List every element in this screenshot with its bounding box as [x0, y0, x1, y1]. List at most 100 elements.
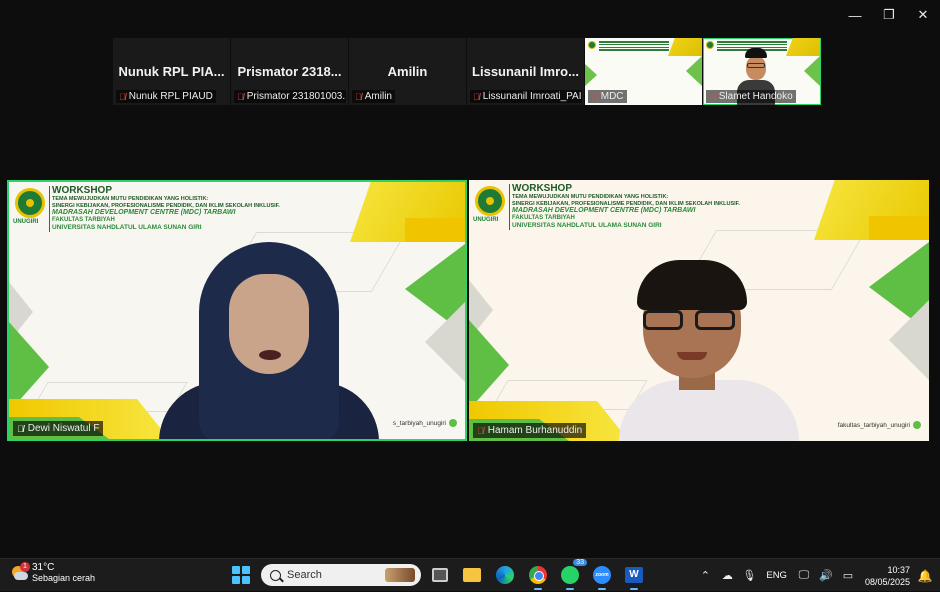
- social-handle: fakultas_tarbiyah_unugiri: [838, 421, 921, 429]
- banner-decoration: [786, 38, 820, 56]
- logo-label: UNUGIRI: [13, 219, 38, 225]
- onedrive-icon[interactable]: ☁: [716, 569, 738, 582]
- participant-name-tag: 🎙̸ Dewi Niswatul F: [13, 421, 103, 436]
- edge-icon: [496, 566, 514, 584]
- search-highlight-icon: [385, 568, 415, 582]
- weather-condition: Sebagian cerah: [32, 573, 95, 584]
- banner-decoration: [405, 218, 465, 242]
- search-icon: [270, 570, 281, 581]
- date: 08/05/2025: [865, 576, 910, 588]
- notification-badge: 1: [20, 562, 30, 572]
- participant-name-tag: 🎙̸Nunuk RPL PIAUD: [116, 90, 216, 103]
- battery-icon[interactable]: ▭: [837, 569, 859, 582]
- participant-name: Hamam Burhanuddin: [488, 425, 583, 436]
- task-view-icon: [432, 568, 448, 582]
- participant-display-name: Amilin: [349, 64, 466, 79]
- search-box[interactable]: Search: [261, 564, 421, 586]
- participant-name-tag: 🎙̸Prismator 231801003.: [234, 90, 346, 103]
- system-tray: ⌃ ☁ 🎙 ENG 🖵 🔊 ▭ 10:37 08/05/2025 🔔: [694, 559, 940, 592]
- unugiri-logo-icon: [475, 186, 505, 216]
- participant-strip: Nunuk RPL PIA... 🎙̸Nunuk RPL PIAUD Prism…: [113, 38, 823, 105]
- participant-display-name: Prismator 2318...: [231, 64, 348, 79]
- temperature: 31°C: [32, 562, 95, 573]
- chrome-button[interactable]: [527, 564, 549, 586]
- start-button[interactable]: [232, 566, 250, 584]
- mic-muted-icon: 🎙̸: [591, 92, 598, 102]
- workshop-banner: WORKSHOP TEMA MEWUJUDKAN MUTU PENDIDIKAN…: [509, 184, 740, 230]
- participant-name-tag: 🎙̸ Hamam Burhanuddin: [473, 423, 586, 438]
- banner-logo-icon: [588, 41, 596, 49]
- workshop-university: UNIVERSITAS NAHDLATUL ULAMA SUNAN GIRI: [512, 222, 740, 230]
- time: 10:37: [865, 564, 910, 576]
- workshop-university: UNIVERSITAS NAHDLATUL ULAMA SUNAN GIRI: [52, 224, 280, 232]
- instagram-icon: [449, 419, 457, 427]
- chrome-icon: [529, 566, 547, 584]
- mic-muted-icon: 🎙̸: [119, 92, 126, 102]
- show-hidden-icons-button[interactable]: ⌃: [694, 569, 716, 582]
- weather-text: 31°C Sebagian cerah: [32, 562, 95, 584]
- speaker-video-feed: [599, 260, 799, 441]
- task-view-button[interactable]: [429, 564, 451, 586]
- weather-widget[interactable]: 1 31°C Sebagian cerah: [10, 562, 95, 584]
- window-controls: — ❐ ✕: [838, 0, 940, 30]
- participant-name: Lissunanil Imroati_PAI: [483, 91, 582, 102]
- banner-text-mini: [599, 41, 669, 51]
- mic-muted-icon: 🎙̸: [477, 426, 484, 436]
- search-placeholder: Search: [287, 569, 322, 581]
- handle-text: fakultas_tarbiyah_unugiri: [838, 422, 910, 429]
- banner-decoration: [585, 64, 597, 86]
- mic-muted-icon: 🎙̸: [17, 424, 24, 434]
- banner-decoration: [869, 216, 929, 240]
- folder-icon: [463, 568, 481, 582]
- participant-display-name: Lissunanil Imro...: [467, 64, 584, 79]
- whatsapp-button[interactable]: 33: [559, 564, 581, 586]
- instagram-icon: [913, 421, 921, 429]
- word-button[interactable]: W: [623, 564, 645, 586]
- participant-name: Dewi Niswatul F: [28, 423, 100, 434]
- mic-muted-icon: 🎙̸: [473, 92, 480, 102]
- volume-icon[interactable]: 🔊: [815, 569, 837, 582]
- participant-name: Slamet Handoko: [719, 91, 793, 102]
- mic-muted-icon: 🎙̸: [355, 92, 362, 102]
- minimize-button[interactable]: —: [838, 0, 872, 30]
- participant-name: Amilin: [365, 91, 392, 102]
- participant-tile-video[interactable]: 🎙̸MDC: [585, 38, 703, 105]
- edge-button[interactable]: [494, 564, 516, 586]
- logo-label: UNUGIRI: [473, 217, 498, 223]
- participant-tile[interactable]: Prismator 2318... 🎙̸Prismator 231801003.: [231, 38, 349, 105]
- taskbar: 1 31°C Sebagian cerah Search 33 zoom W ⌃…: [0, 558, 940, 591]
- mic-muted-icon: 🎙̸: [237, 92, 244, 102]
- clock[interactable]: 10:37 08/05/2025: [865, 564, 910, 588]
- participant-tile-video[interactable]: 🎙̸Slamet Handoko: [703, 38, 821, 105]
- workshop-mdc: MADRASAH DEVELOPMENT CENTRE (MDC) TARBAW…: [52, 209, 280, 217]
- social-handle: s_tarbiyah_unugiri: [393, 419, 457, 427]
- main-video-left[interactable]: UNUGIRI WORKSHOP TEMA MEWUJUDKAN MUTU PE…: [7, 180, 467, 441]
- language-indicator[interactable]: ENG: [766, 570, 787, 581]
- restore-button[interactable]: ❐: [872, 0, 906, 30]
- participant-name-tag: 🎙̸MDC: [588, 90, 627, 103]
- participant-display-name: Nunuk RPL PIA...: [113, 64, 230, 79]
- microphone-icon[interactable]: 🎙: [738, 569, 760, 582]
- main-video-right[interactable]: UNUGIRI WORKSHOP TEMA MEWUJUDKAN MUTU PE…: [469, 180, 929, 441]
- banner-decoration: [668, 38, 702, 56]
- participant-tile[interactable]: Lissunanil Imro... 🎙̸Lissunanil Imroati_…: [467, 38, 585, 105]
- notification-bell-icon[interactable]: 🔔: [916, 569, 934, 583]
- zoom-button[interactable]: zoom: [591, 564, 613, 586]
- whatsapp-icon: [561, 566, 579, 584]
- word-icon: W: [625, 567, 643, 583]
- handle-text: s_tarbiyah_unugiri: [393, 420, 446, 427]
- mic-muted-icon: 🎙̸: [709, 92, 716, 102]
- unugiri-logo-icon: [15, 188, 45, 218]
- participant-name-tag: 🎙̸Lissunanil Imroati_PAI: [470, 90, 582, 103]
- speaker-video-feed: [159, 242, 379, 441]
- participant-tile[interactable]: Nunuk RPL PIA... 🎙̸Nunuk RPL PIAUD: [113, 38, 231, 105]
- close-button[interactable]: ✕: [906, 0, 940, 30]
- file-explorer-button[interactable]: [461, 564, 483, 586]
- participant-tile[interactable]: Amilin 🎙̸Amilin: [349, 38, 467, 105]
- weather-icon: 1: [10, 564, 28, 582]
- participant-name: Nunuk RPL PIAUD: [129, 91, 213, 102]
- display-icon[interactable]: 🖵: [793, 569, 815, 582]
- whatsapp-badge: 33: [573, 559, 587, 566]
- workshop-mdc: MADRASAH DEVELOPMENT CENTRE (MDC) TARBAW…: [512, 207, 740, 215]
- workshop-title: WORKSHOP: [512, 184, 740, 194]
